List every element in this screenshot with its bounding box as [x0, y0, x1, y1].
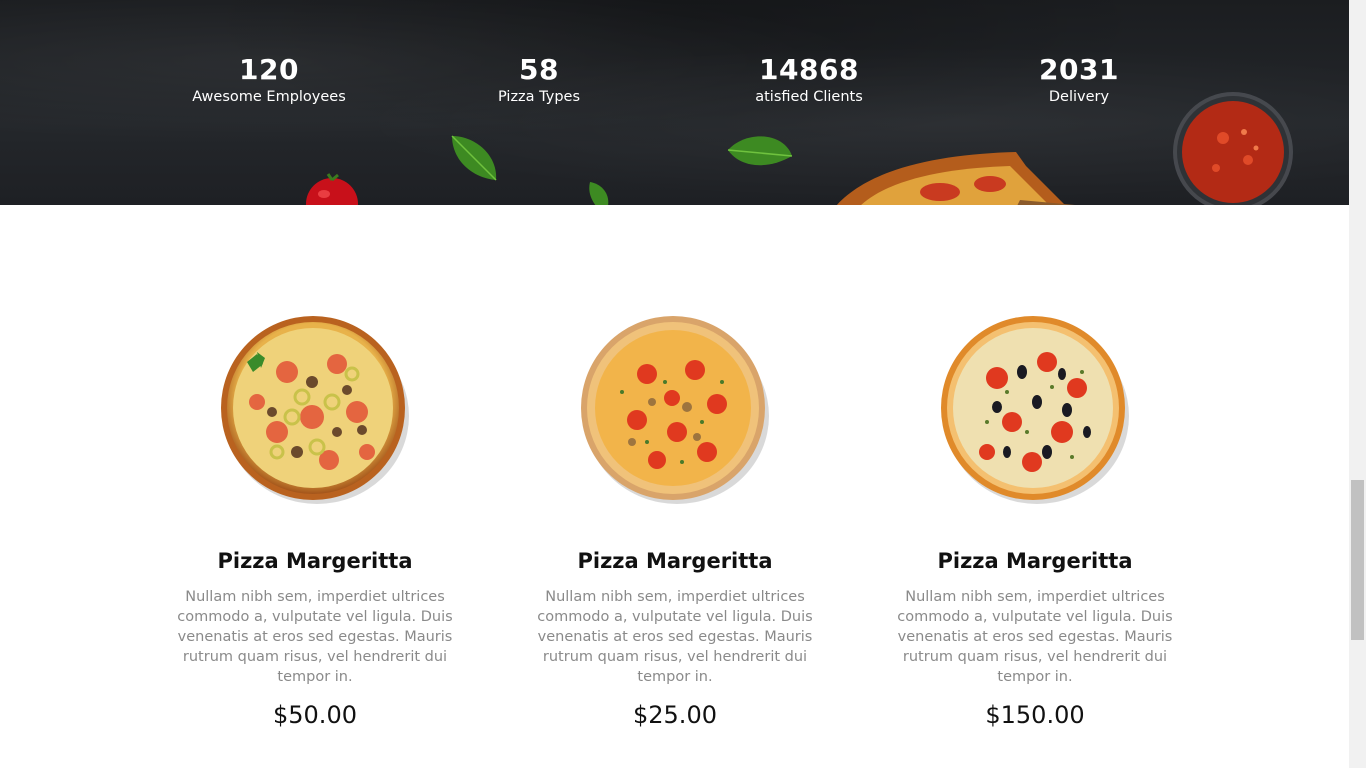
scrollbar-thumb[interactable]: [1351, 480, 1364, 640]
item-price: $150.00: [985, 701, 1085, 729]
item-description: Nullam nibh sem, imperdiet ultrices comm…: [177, 589, 453, 685]
page-viewport: 120 Awesome Employees 58 Pizza Types 148…: [0, 0, 1349, 768]
stat-label: Delivery: [1048, 89, 1110, 105]
pizza-image[interactable]: [937, 312, 1133, 508]
stat-label: Pizza Types: [497, 89, 581, 105]
item-description: Nullam nibh sem, imperdiet ultrices comm…: [897, 589, 1173, 685]
item-price: $50.00: [273, 701, 357, 729]
pizza-slice-decoration: [836, 152, 1075, 205]
menu-item: Pizza Margeritta Nullam nibh sem, imperd…: [870, 312, 1200, 730]
pizza-image[interactable]: [577, 312, 773, 508]
basil-leaf-decoration: [727, 136, 793, 166]
stats-section: 120 Awesome Employees 58 Pizza Types 148…: [0, 0, 1349, 205]
stat-employees: 120 Awesome Employees: [139, 52, 399, 106]
item-title[interactable]: Pizza Margeritta: [510, 548, 840, 574]
item-description: Nullam nibh sem, imperdiet ultrices comm…: [537, 589, 813, 685]
pizza-image[interactable]: [217, 312, 413, 508]
stat-clients: 14868 atisfied Clients: [679, 52, 939, 106]
stat-number: 58: [519, 53, 559, 86]
item-price: $25.00: [633, 701, 717, 729]
stat-number: 14868: [759, 53, 859, 86]
basil-leaf-decoration: [589, 182, 609, 205]
stat-label: Awesome Employees: [192, 89, 346, 105]
menu-item: Pizza Margeritta Nullam nibh sem, imperd…: [150, 312, 480, 730]
stat-pizza-types: 58 Pizza Types: [409, 52, 669, 106]
tomato-decoration: [306, 173, 358, 205]
stat-number: 120: [239, 53, 299, 86]
stat-label: atisfied Clients: [755, 89, 863, 105]
item-title[interactable]: Pizza Margeritta: [150, 548, 480, 574]
menu-item: Pizza Margeritta Nullam nibh sem, imperd…: [510, 312, 840, 730]
tomato-sauce-bowl-decoration: [1173, 92, 1293, 205]
stat-number: 2031: [1039, 53, 1119, 86]
stat-delivery: 2031 Delivery: [949, 52, 1209, 106]
item-title[interactable]: Pizza Margeritta: [870, 548, 1200, 574]
page-scrollbar[interactable]: [1349, 0, 1366, 768]
basil-leaf-decoration: [451, 135, 497, 181]
